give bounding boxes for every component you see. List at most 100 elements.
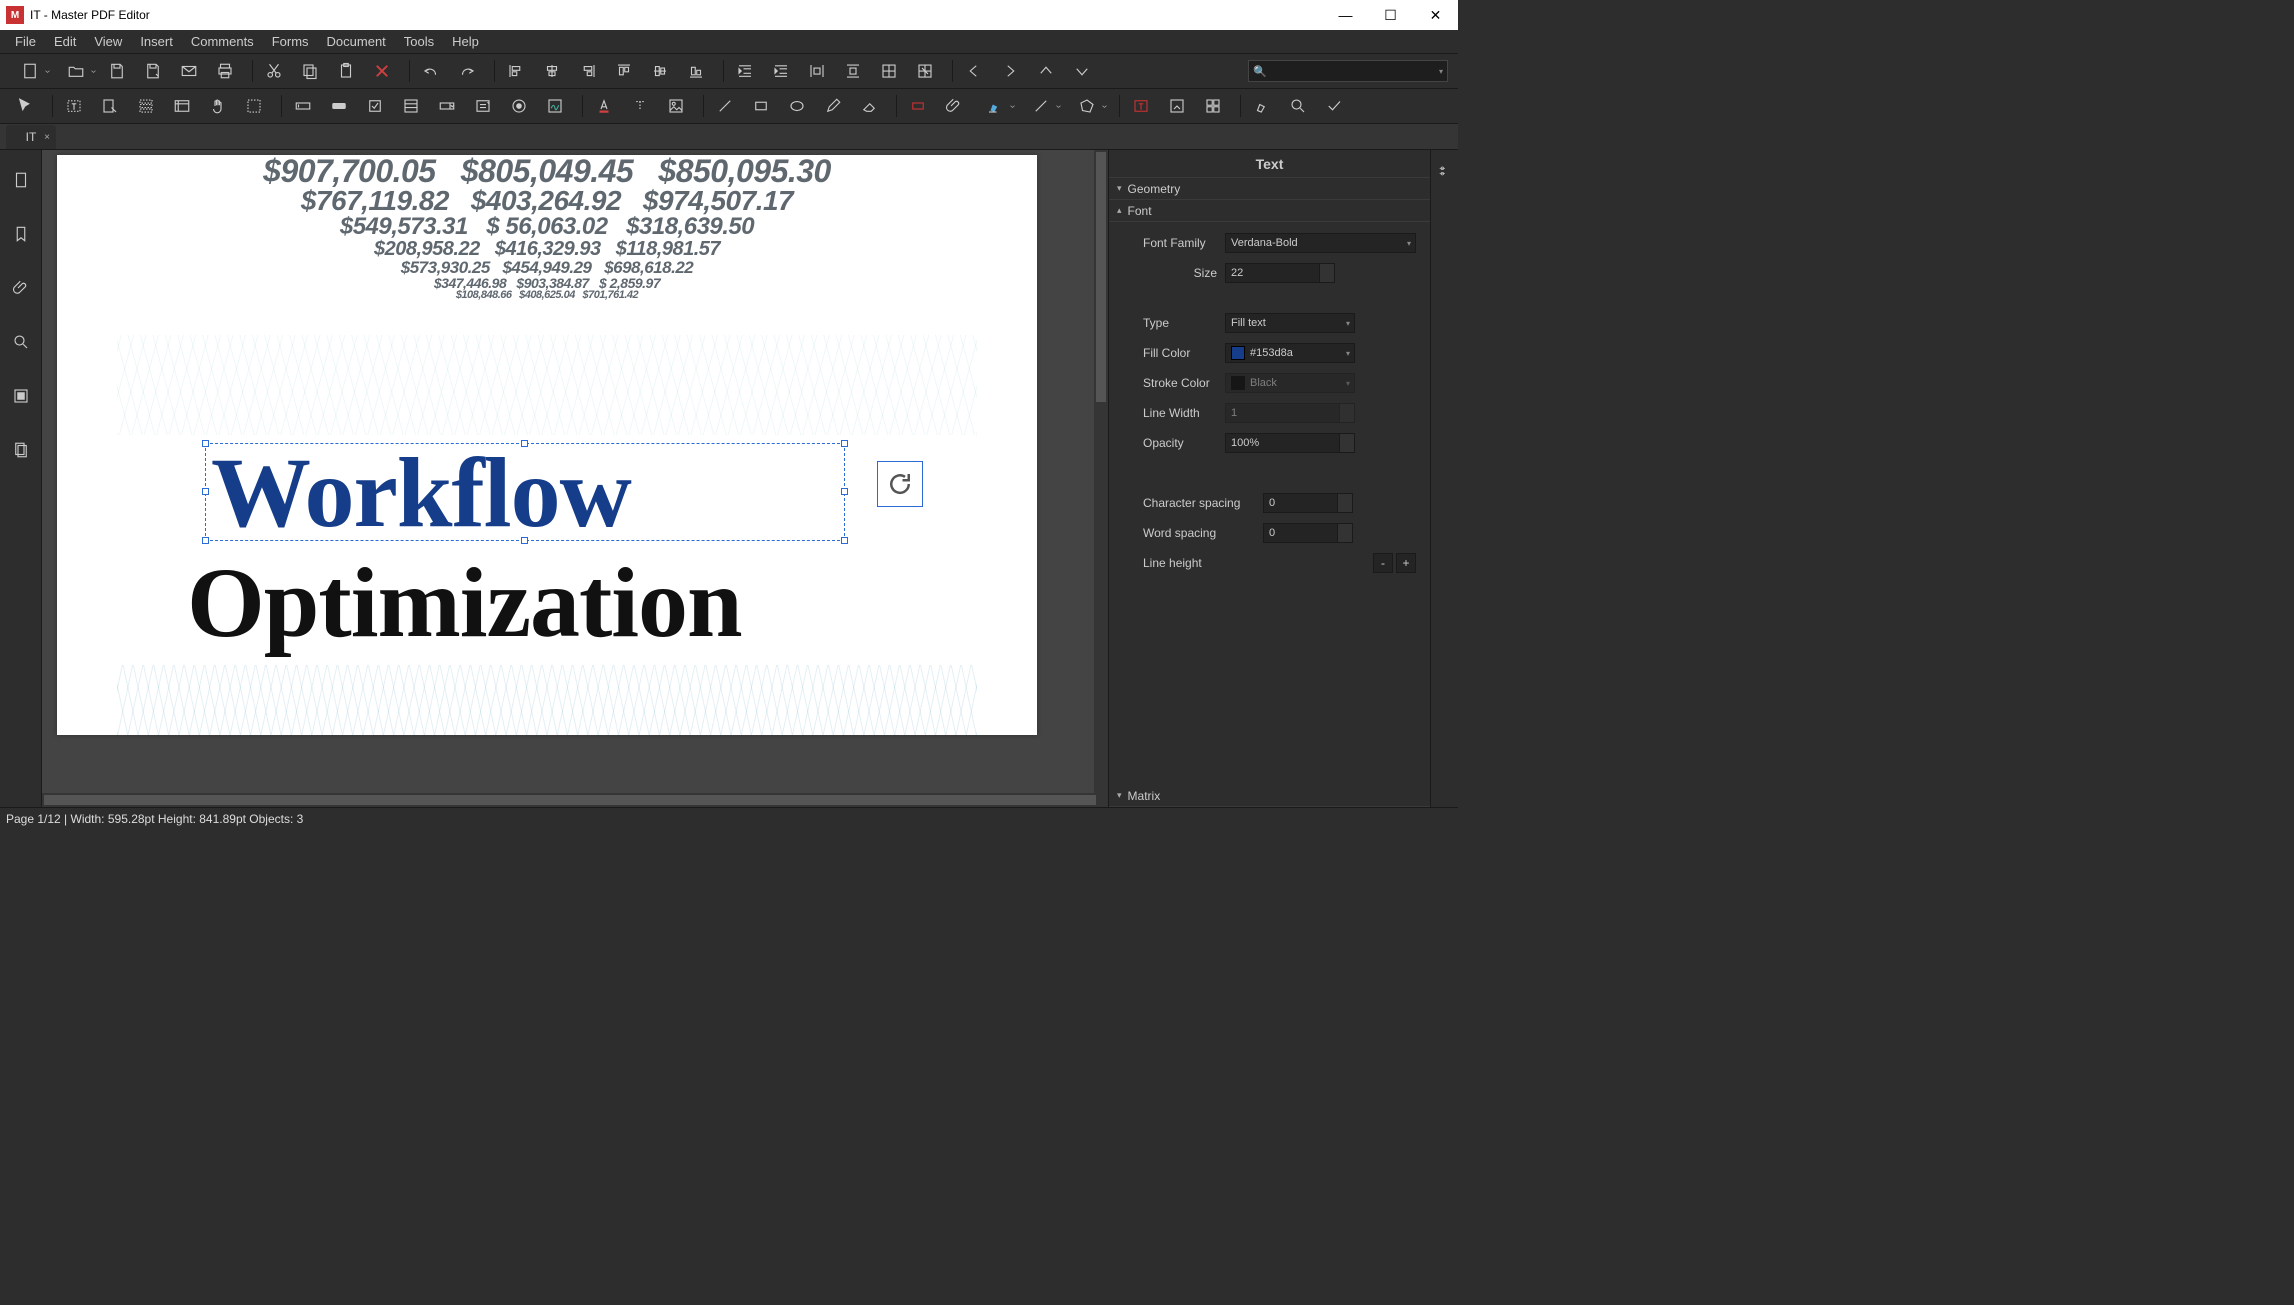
- layers-panel-button[interactable]: [5, 376, 37, 416]
- font-size-input[interactable]: 22: [1225, 263, 1335, 283]
- paste-button[interactable]: [331, 56, 361, 86]
- redo-button[interactable]: [452, 56, 482, 86]
- vertical-scrollbar[interactable]: [1094, 150, 1108, 807]
- edit-forms-button[interactable]: [131, 91, 161, 121]
- radio-button[interactable]: [504, 91, 534, 121]
- select-text-button[interactable]: [239, 91, 269, 121]
- line-tool-button[interactable]: [710, 91, 740, 121]
- fill-color-picker[interactable]: #153d8a: [1225, 343, 1355, 363]
- menu-file[interactable]: File: [6, 30, 45, 54]
- email-button[interactable]: [174, 56, 204, 86]
- resize-handle[interactable]: [202, 537, 209, 544]
- hand-tool-button[interactable]: [203, 91, 233, 121]
- prev-page-button[interactable]: [959, 56, 989, 86]
- indent-decrease-button[interactable]: [730, 56, 760, 86]
- menu-view[interactable]: View: [85, 30, 131, 54]
- grid-layout-button[interactable]: [1198, 91, 1228, 121]
- new-document-button[interactable]: [10, 56, 50, 86]
- menu-help[interactable]: Help: [443, 30, 488, 54]
- text-box-annot-button[interactable]: [1126, 91, 1156, 121]
- bookmarks-panel-button[interactable]: [5, 214, 37, 254]
- menu-tools[interactable]: Tools: [395, 30, 443, 54]
- snap-button[interactable]: [910, 56, 940, 86]
- marker-button[interactable]: [1247, 91, 1277, 121]
- menu-edit[interactable]: Edit: [45, 30, 85, 54]
- open-button[interactable]: [56, 56, 96, 86]
- undo-button[interactable]: [416, 56, 446, 86]
- menu-comments[interactable]: Comments: [182, 30, 263, 54]
- font-family-dropdown[interactable]: Verdana-Bold: [1225, 233, 1416, 253]
- resize-handle[interactable]: [841, 440, 848, 447]
- attachment-button[interactable]: [939, 91, 969, 121]
- align-bottom-button[interactable]: [681, 56, 711, 86]
- combobox-button[interactable]: [432, 91, 462, 121]
- zoom-button[interactable]: [1283, 91, 1313, 121]
- menu-forms[interactable]: Forms: [263, 30, 318, 54]
- edit-text-button[interactable]: [59, 91, 89, 121]
- close-tab-icon[interactable]: ×: [44, 132, 50, 143]
- stamp-button[interactable]: [1162, 91, 1192, 121]
- line-height-minus-button[interactable]: -: [1373, 553, 1393, 573]
- save-button[interactable]: [102, 56, 132, 86]
- form-fields-button[interactable]: [167, 91, 197, 121]
- font-color-button[interactable]: [589, 91, 619, 121]
- minimize-button[interactable]: —: [1323, 0, 1368, 30]
- opacity-input[interactable]: 100%: [1225, 433, 1355, 453]
- thumbnails-panel-button[interactable]: [5, 160, 37, 200]
- line-width-input[interactable]: 1: [1225, 403, 1355, 423]
- resize-handle[interactable]: [202, 488, 209, 495]
- char-spacing-input[interactable]: 0: [1263, 493, 1353, 513]
- dropdown-button[interactable]: [468, 91, 498, 121]
- link-rect-button[interactable]: [903, 91, 933, 121]
- word-spacing-input[interactable]: 0: [1263, 523, 1353, 543]
- next-page-button[interactable]: [995, 56, 1025, 86]
- menu-document[interactable]: Document: [318, 30, 395, 54]
- indent-increase-button[interactable]: [766, 56, 796, 86]
- checkbox-button[interactable]: [360, 91, 390, 121]
- button-field-button[interactable]: [324, 91, 354, 121]
- resize-handle[interactable]: [841, 537, 848, 544]
- distribute-v-button[interactable]: [838, 56, 868, 86]
- align-top-button[interactable]: [609, 56, 639, 86]
- pdf-page[interactable]: $907,700.05 $805,049.45 $850,095.30 $767…: [57, 155, 1037, 735]
- check-button[interactable]: [1319, 91, 1349, 121]
- resize-handle[interactable]: [521, 537, 528, 544]
- align-middle-button[interactable]: [645, 56, 675, 86]
- rectangle-tool-button[interactable]: [746, 91, 776, 121]
- pencil-tool-button[interactable]: [818, 91, 848, 121]
- close-button[interactable]: ✕: [1413, 0, 1458, 30]
- print-button[interactable]: [210, 56, 240, 86]
- insert-text-button[interactable]: [625, 91, 655, 121]
- line-height-plus-button[interactable]: +: [1396, 553, 1416, 573]
- align-right-button[interactable]: [573, 56, 603, 86]
- ellipse-tool-button[interactable]: [782, 91, 812, 121]
- align-left-button[interactable]: [501, 56, 531, 86]
- resize-handle[interactable]: [521, 440, 528, 447]
- section-matrix[interactable]: ▾Matrix: [1109, 785, 1430, 807]
- edit-document-button[interactable]: [95, 91, 125, 121]
- search-input[interactable]: 🔍: [1248, 60, 1448, 82]
- stroke-color-picker[interactable]: Black: [1225, 373, 1355, 393]
- menu-insert[interactable]: Insert: [131, 30, 182, 54]
- highlight-button[interactable]: [975, 91, 1015, 121]
- listbox-button[interactable]: [396, 91, 426, 121]
- polygon-annot-button[interactable]: [1067, 91, 1107, 121]
- save-as-button[interactable]: [138, 56, 168, 86]
- align-center-h-button[interactable]: [537, 56, 567, 86]
- selection-box[interactable]: [205, 443, 845, 541]
- resize-handle[interactable]: [202, 440, 209, 447]
- grid-button[interactable]: [874, 56, 904, 86]
- rotate-handle[interactable]: [877, 461, 923, 507]
- select-tool-button[interactable]: [10, 91, 40, 121]
- title-text-optimization[interactable]: Optimization: [187, 545, 742, 660]
- section-font[interactable]: ▴Font: [1109, 200, 1430, 222]
- copy-button[interactable]: [295, 56, 325, 86]
- attachments-panel-button[interactable]: [5, 268, 37, 308]
- cut-button[interactable]: [259, 56, 289, 86]
- object-inspector-tab[interactable]: [1434, 160, 1456, 182]
- horizontal-scrollbar[interactable]: [42, 793, 1094, 807]
- eraser-tool-button[interactable]: [854, 91, 884, 121]
- prev-view-button[interactable]: [1031, 56, 1061, 86]
- insert-image-button[interactable]: [661, 91, 691, 121]
- pages-panel-button[interactable]: [5, 430, 37, 470]
